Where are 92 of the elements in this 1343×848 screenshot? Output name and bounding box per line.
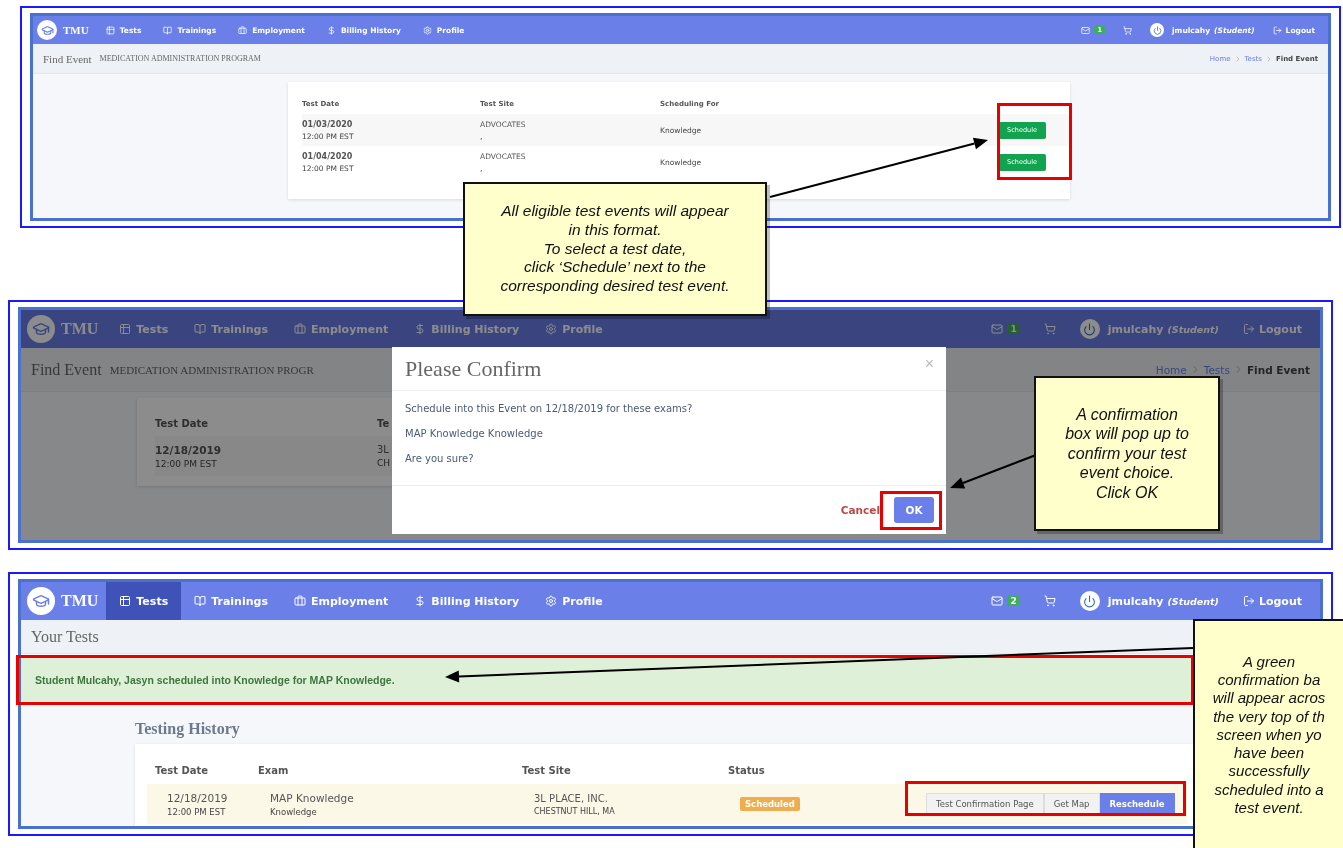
book-icon (194, 595, 207, 607)
dollar-icon (326, 25, 336, 35)
test-site: 3L PLACE, INC. (534, 792, 608, 804)
logout-icon (1272, 25, 1282, 35)
power-icon (1150, 23, 1164, 37)
book-icon (163, 25, 173, 35)
nav-tab[interactable]: Tests (106, 582, 182, 620)
page-subtitle: MEDICATION ADMINISTRATION PROGRAM (99, 54, 261, 63)
test-time: 12:00 PM EST (167, 806, 226, 817)
dialog-text: MAP Knowledge Knowledge (405, 428, 544, 439)
column-header: Test Site (522, 764, 572, 776)
nav-tab[interactable]: Employment (280, 310, 402, 348)
cancel-link[interactable]: Cancel (840, 504, 880, 516)
breadcrumb-link[interactable]: Home (1155, 363, 1187, 376)
graduation-cap-icon (37, 20, 57, 40)
nav-tab[interactable]: Trainings (181, 582, 281, 620)
breadcrumb-link[interactable]: Tests (1203, 363, 1230, 376)
gear-icon (422, 25, 432, 35)
user-name[interactable]: jmulcahy (1107, 594, 1164, 608)
brand-name[interactable]: TMU (63, 24, 89, 36)
count-badge: 1 (1007, 324, 1020, 334)
power-icon (1079, 319, 1100, 339)
power-icon (1079, 591, 1100, 611)
logout-link[interactable]: Logout (1230, 594, 1314, 608)
breadcrumb-link[interactable]: Find Event (1246, 363, 1310, 376)
test-date: 01/03/2020 (302, 119, 353, 129)
callout-text: All eligible test events will appear in this format. To select a test date, click ‘Schedule’ next to the corresponding desired test event. (500, 201, 730, 297)
brand-name[interactable]: TMU (61, 320, 99, 338)
highlight-frame (880, 491, 942, 530)
cart-icon[interactable] (1043, 595, 1056, 607)
gear-icon (545, 595, 558, 607)
mail-icon (991, 323, 1004, 335)
table-icon (119, 595, 132, 607)
logout-link[interactable]: Logout (1230, 322, 1314, 336)
logout-icon (1242, 595, 1255, 607)
column-header: Test Date (155, 417, 210, 429)
nav-tab[interactable]: Tests (106, 310, 182, 348)
mail-link[interactable]: 2 (979, 595, 1032, 607)
page-subtitle: MEDICATION ADMINISTRATION PROGR (109, 363, 314, 376)
nav-tab[interactable]: Billing History (401, 582, 533, 620)
gear-icon (545, 323, 558, 335)
test-date: 12/18/2019 (167, 791, 228, 804)
brand-name[interactable]: TMU (61, 592, 99, 610)
column-header: Te (377, 417, 391, 429)
column-header: Test Date (155, 764, 210, 776)
page-title: Find Event (43, 52, 92, 65)
dialog-text: Are you sure? (405, 453, 475, 464)
dialog-text: Schedule into this Event on 12/18/2019 for these exams? (405, 403, 694, 414)
site-detail: CHESTNUT HILL, MA (534, 806, 615, 816)
nav-tab[interactable]: Employment (280, 582, 402, 620)
book-icon (194, 323, 207, 335)
close-button[interactable]: × (924, 355, 934, 373)
dollar-icon (414, 595, 427, 607)
mail-icon (991, 595, 1004, 607)
cart-icon[interactable] (1123, 25, 1132, 35)
graduation-cap-icon (27, 315, 55, 343)
user-role: (Student) (1167, 595, 1219, 607)
briefcase-icon (238, 25, 248, 35)
ok-button[interactable]: OK (894, 497, 934, 523)
nav-tab[interactable]: Profile (532, 582, 616, 620)
briefcase-icon (293, 595, 306, 607)
section-title: Testing History (135, 720, 240, 738)
cart-icon[interactable] (1043, 323, 1056, 335)
mail-icon (1081, 25, 1091, 35)
alert-text: Student Mulcahy, Jasyn scheduled into Knowledge for MAP Knowledge. (35, 674, 395, 686)
exam-name: MAP Knowledge (270, 791, 354, 804)
test-date: 12/18/2019 (155, 443, 222, 456)
dialog-title: Please Confirm (405, 355, 542, 382)
dollar-icon (414, 323, 427, 335)
table-icon (119, 323, 132, 335)
test-time: 12:00 PM EST (155, 458, 217, 469)
test-site: 3L (377, 444, 389, 455)
site-detail: CH (377, 458, 391, 468)
nav-tab[interactable]: Trainings (181, 310, 281, 348)
briefcase-icon (293, 323, 306, 335)
status-badge: Scheduled (740, 797, 800, 811)
graduation-cap-icon (27, 587, 55, 615)
mail-link[interactable]: 1 (979, 323, 1032, 335)
exam-detail: Knowledge (270, 806, 317, 817)
callout-text: A confirmation box will pop up to confirm your test event choice. Click OK (1065, 404, 1189, 503)
action-button[interactable]: Test Confirmation Page (926, 793, 1044, 815)
column-header: Status (728, 764, 766, 776)
column-header: Exam (258, 764, 290, 776)
table-icon (105, 25, 115, 35)
page-title: Your Tests (31, 627, 99, 646)
logout-icon (1242, 323, 1255, 335)
user-name[interactable]: jmulcahy (1107, 322, 1164, 336)
test-date: 01/04/2020 (302, 151, 353, 161)
count-badge: 2 (1007, 596, 1020, 606)
user-role: (Student) (1167, 323, 1219, 335)
page-title: Find Event (31, 360, 102, 379)
callout-text: A green confirmation ba will appear acros the very top of th screen when yo have been successfully scheduled into a test event. (1212, 652, 1326, 818)
